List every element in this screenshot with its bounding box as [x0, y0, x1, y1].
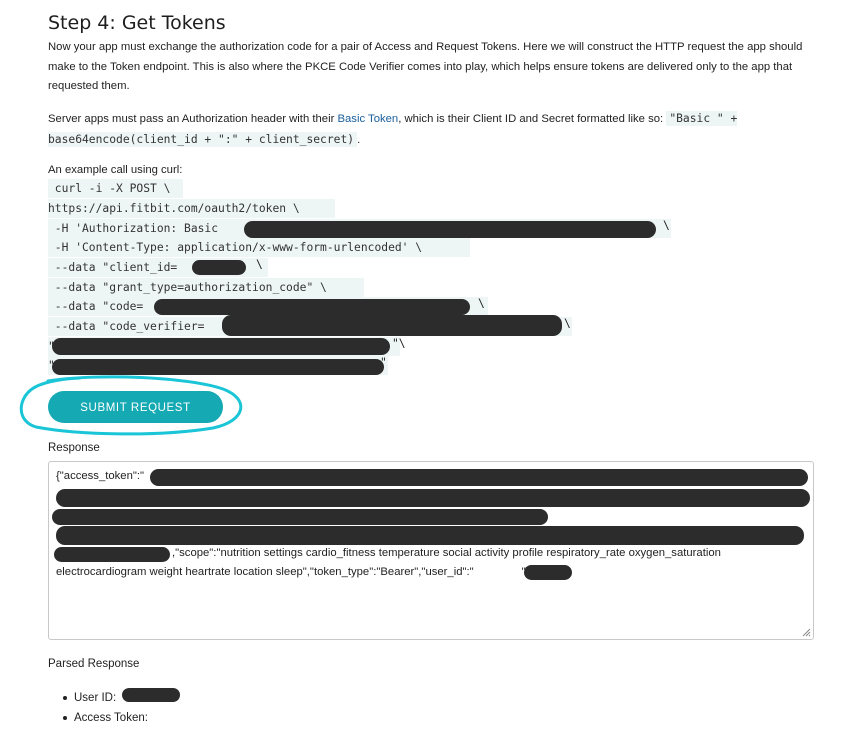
redaction-mark [244, 221, 656, 238]
redaction-mark [52, 338, 390, 355]
server-apps-paragraph: Server apps must pass an Authorization h… [48, 111, 738, 147]
curl-intro: An example call using curl: [48, 164, 183, 176]
parsed-response-label: Parsed Response [48, 658, 140, 670]
redaction-mark [154, 299, 470, 315]
redaction-mark [192, 260, 246, 275]
curl-line-6: --data "grant_type=authorization_code" \ [48, 278, 364, 297]
redaction-mark [150, 469, 808, 486]
basic-token-link[interactable]: Basic Token [337, 113, 398, 125]
intro-paragraph: Now your app must exchange the authoriza… [48, 41, 803, 92]
response-scope-text: ,"scope":"nutrition settings cardio_fitn… [172, 547, 721, 559]
step-title: Step 4: Get Tokens [48, 12, 226, 34]
redaction-mark [54, 547, 170, 562]
response-end-text: electrocardiogram weight heartrate locat… [56, 566, 474, 578]
server-apps-middle: , which is their Client ID and Secret fo… [398, 113, 667, 125]
server-apps-prefix: Server apps must pass an Authorization h… [48, 113, 338, 125]
response-label: Response [48, 442, 100, 454]
curl-line-2: https://api.fitbit.com/oauth2/token \ [48, 199, 335, 218]
resize-grip-icon[interactable] [801, 627, 811, 637]
redaction-mark [52, 359, 384, 375]
redaction-mark [524, 565, 572, 580]
curl-line-4: -H 'Content-Type: application/x-www-form… [48, 238, 470, 257]
redaction-mark [56, 526, 804, 545]
submit-request-button[interactable]: SUBMIT REQUEST [48, 391, 223, 423]
redaction-mark [122, 688, 180, 702]
curl-line-1: curl -i -X POST \ [48, 179, 183, 198]
redaction-mark [222, 315, 562, 336]
list-item: Access Token: [63, 708, 148, 728]
redaction-mark [52, 509, 548, 525]
redaction-mark [56, 489, 810, 507]
